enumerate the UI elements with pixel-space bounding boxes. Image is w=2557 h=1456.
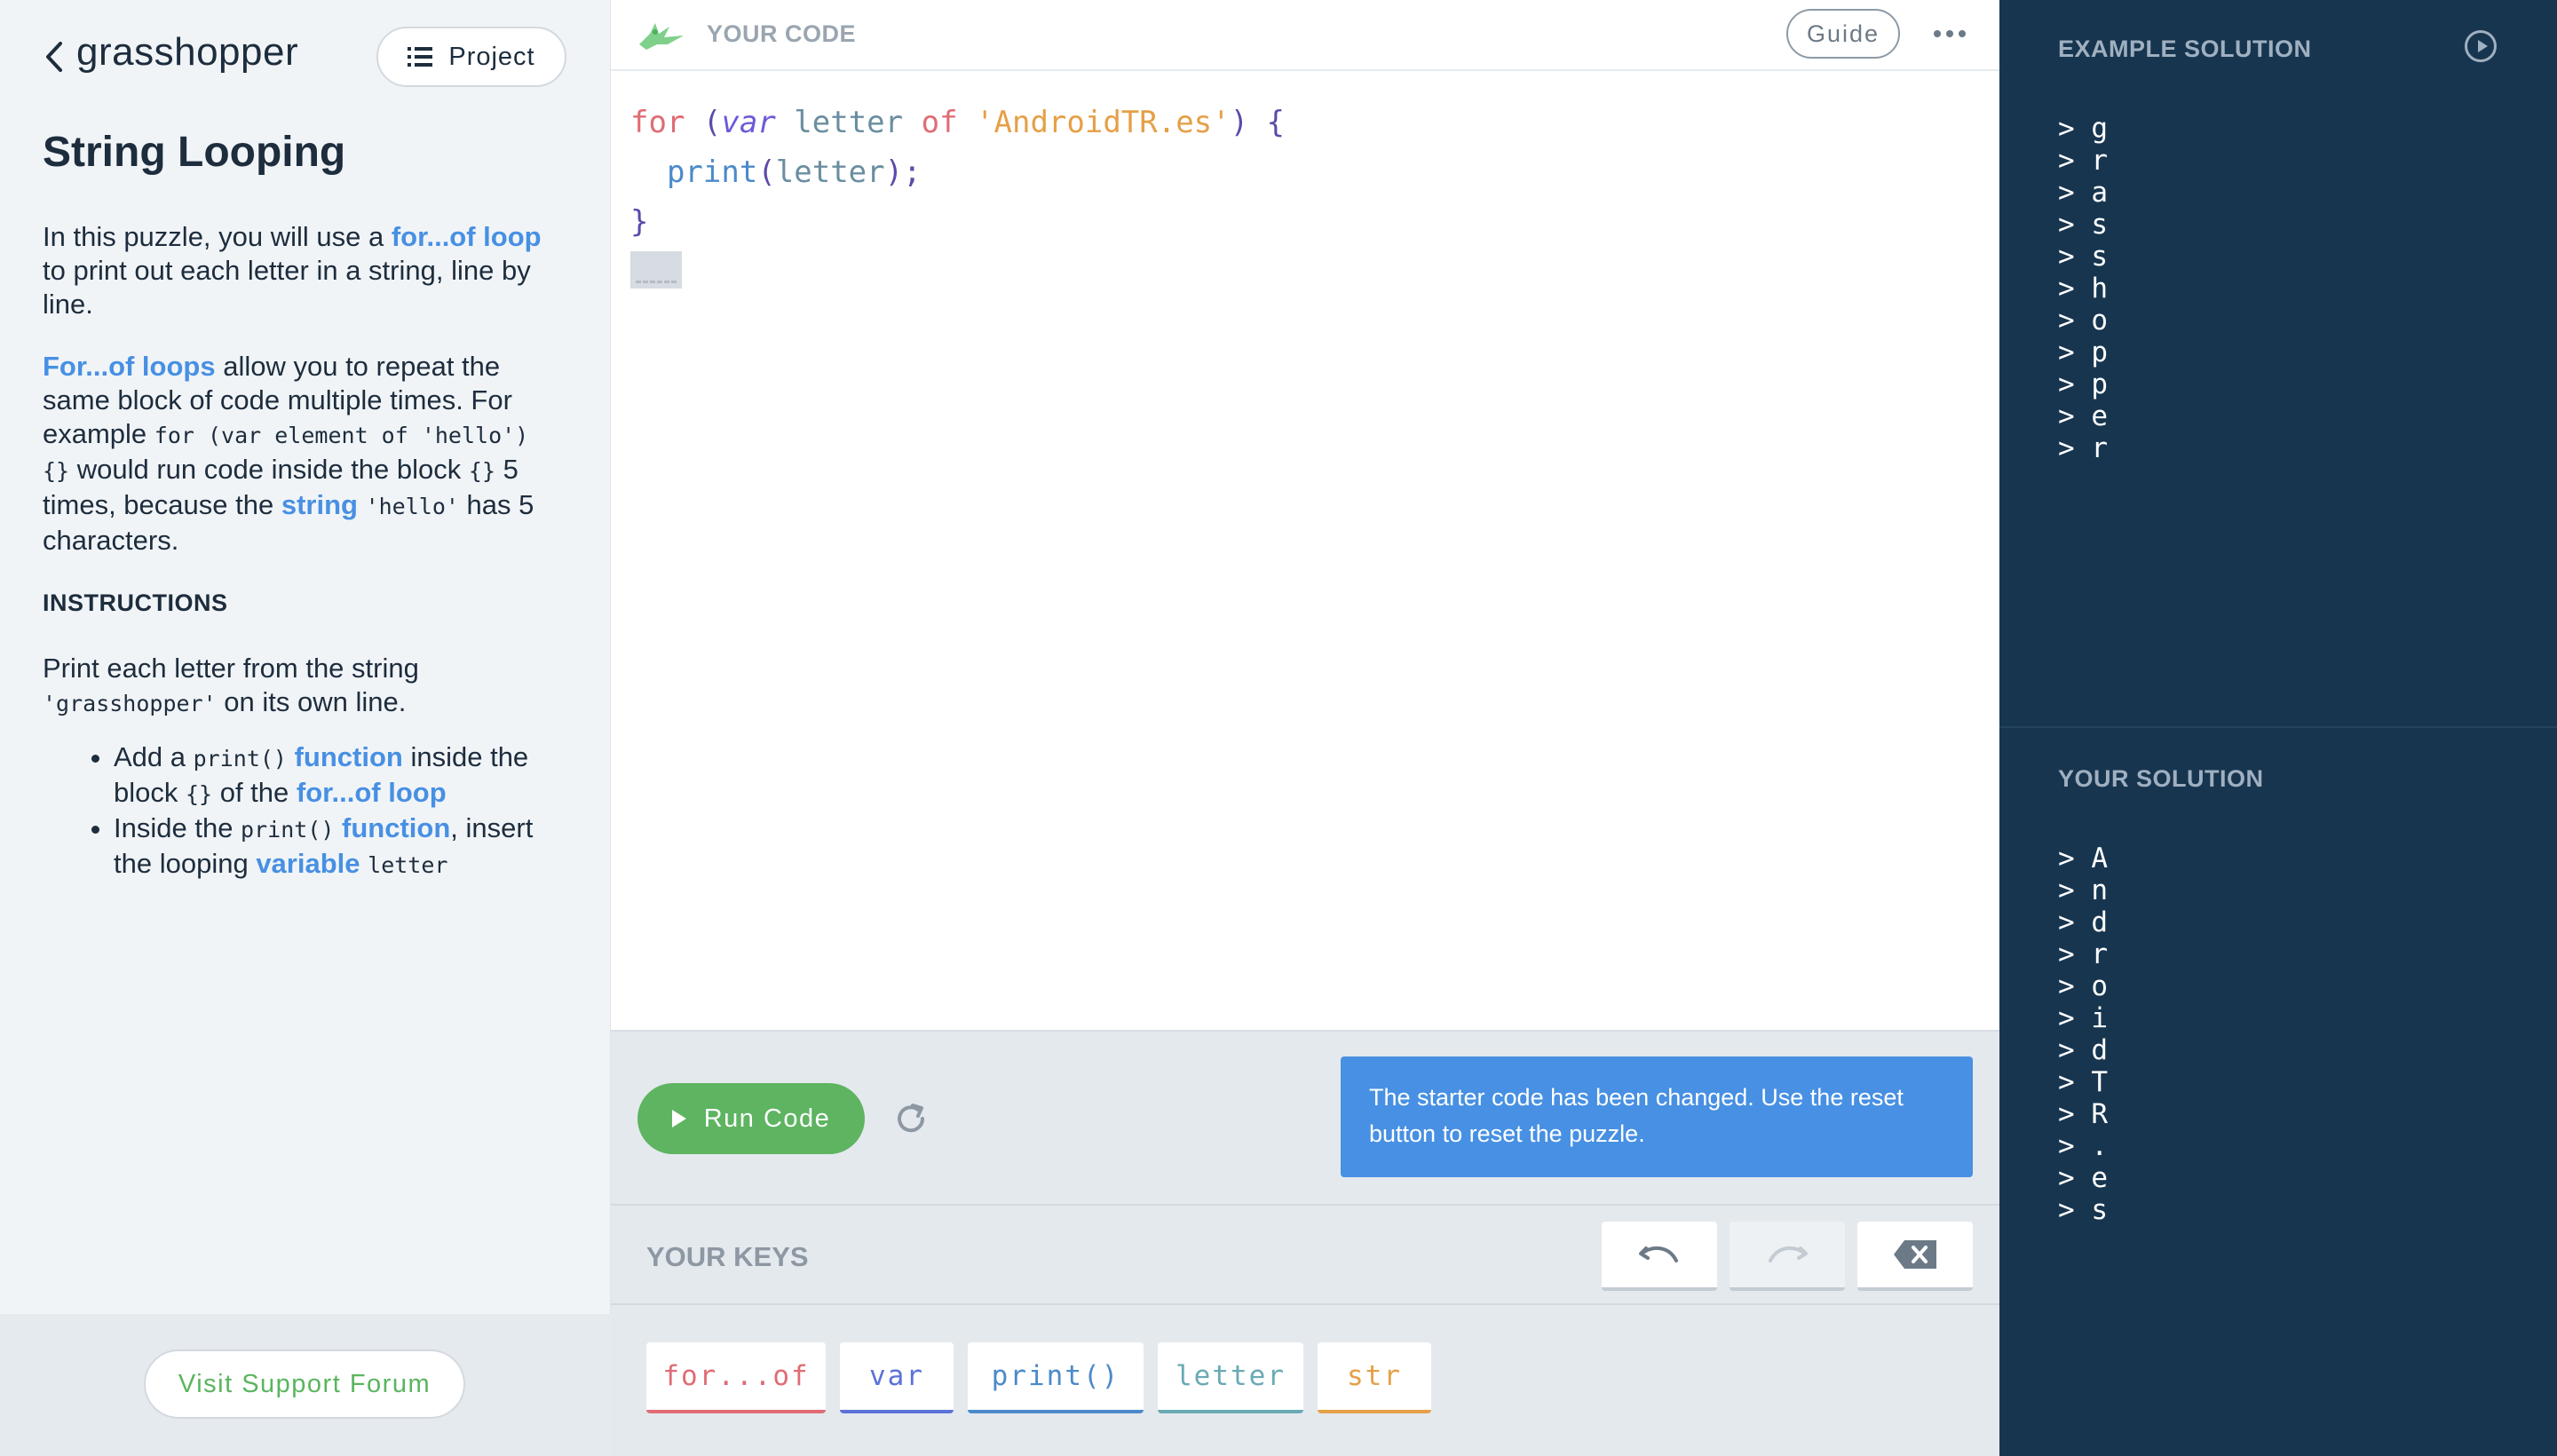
output-panel: EXAMPLE SOLUTION > g > r > a > s > s > h… — [1999, 0, 2557, 1456]
code-header: YOUR CODE Guide — [611, 0, 1999, 71]
run-code-label: Run Code — [703, 1104, 831, 1133]
backspace-icon — [1894, 1240, 1936, 1269]
for-of-loop-link[interactable]: for...of loop — [297, 777, 447, 808]
play-icon — [671, 1110, 686, 1128]
run-code-button[interactable]: Run Code — [637, 1083, 865, 1154]
instruction-item: Inside the print() function, insert the … — [114, 811, 558, 882]
for-of-loop-link[interactable]: for...of loop — [392, 221, 542, 252]
string-link[interactable]: string — [281, 489, 358, 520]
redo-icon — [1769, 1246, 1808, 1262]
output-line: > r — [2058, 938, 2108, 970]
run-area: Run Code The starter code has been chang… — [611, 1030, 1999, 1204]
left-topbar: grasshopper Project — [0, 0, 611, 114]
guide-button[interactable]: Guide — [1786, 9, 1900, 59]
output-line: > T — [2058, 1066, 2108, 1098]
undo-icon — [1639, 1246, 1678, 1262]
project-button-label: Project — [448, 42, 535, 71]
play-example-icon[interactable] — [2465, 30, 2497, 62]
instruction-item: Add a print() function inside the block … — [114, 740, 558, 811]
your-solution-title: YOUR SOLUTION — [2058, 765, 2264, 792]
intro-paragraph: In this puzzle, you will use a for...of … — [43, 221, 542, 320]
key-for-of[interactable]: for...of — [646, 1342, 826, 1413]
back-chevron-icon[interactable] — [41, 39, 67, 75]
redo-button[interactable] — [1730, 1222, 1845, 1291]
output-line: > A — [2058, 843, 2108, 874]
keys-header: YOUR KEYS — [611, 1206, 1999, 1305]
output-line: > d — [2058, 1034, 2108, 1066]
grasshopper-logo[interactable]: grasshopper — [76, 30, 298, 75]
output-line: > h — [2058, 273, 2108, 305]
code-snippet: 'hello' — [365, 494, 459, 519]
lesson-content: String Looping In this puzzle, you will … — [43, 126, 558, 882]
code-line: for (var letter of 'AndroidTR.es') { — [630, 105, 1286, 140]
key-str[interactable]: str — [1318, 1342, 1431, 1413]
code-snippet: 'grasshopper' — [43, 691, 217, 716]
your-code-title: YOUR CODE — [707, 20, 857, 47]
output-line: > p — [2058, 336, 2108, 368]
key-var[interactable]: var — [840, 1342, 954, 1413]
output-line: > . — [2058, 1130, 2108, 1162]
output-line: > p — [2058, 368, 2108, 400]
code-snippet: {} — [468, 458, 495, 484]
function-link[interactable]: function — [295, 741, 403, 772]
explanation-paragraph: For...of loops allow you to repeat the s… — [43, 351, 534, 556]
function-link[interactable]: function — [342, 812, 450, 843]
your-keys-title: YOUR KEYS — [646, 1241, 809, 1272]
output-line: > g — [2058, 113, 2108, 145]
output-line: > o — [2058, 305, 2108, 336]
left-footer: Visit Support Forum — [0, 1314, 611, 1456]
output-line: > r — [2058, 432, 2108, 464]
key-palette: for...of var print() letter str — [646, 1342, 1431, 1413]
lesson-title: String Looping — [43, 129, 346, 176]
your-output: > A > n > d > r > o > i > d > T > R > . … — [2058, 843, 2108, 1226]
grasshopper-icon — [639, 23, 684, 50]
example-output: > g > r > a > s > s > h > o > p > p > e … — [2058, 113, 2108, 464]
more-options-icon[interactable] — [1934, 30, 1966, 37]
output-line: > s — [2058, 241, 2108, 273]
variable-link[interactable]: variable — [256, 848, 360, 879]
instruction-list: Add a print() function inside the block … — [114, 740, 558, 882]
for-of-loops-link[interactable]: For...of loops — [43, 351, 216, 382]
output-line: > R — [2058, 1098, 2108, 1130]
solution-divider — [1999, 726, 2557, 728]
output-line: > a — [2058, 177, 2108, 209]
key-print[interactable]: print() — [968, 1342, 1144, 1413]
example-solution-title: EXAMPLE SOLUTION — [2058, 36, 2312, 62]
output-line: > n — [2058, 874, 2108, 906]
output-line: > i — [2058, 1002, 2108, 1034]
list-icon — [408, 47, 433, 67]
insertion-cursor[interactable] — [630, 250, 682, 289]
output-line: > d — [2058, 906, 2108, 938]
instructions-heading: INSTRUCTIONS — [43, 590, 228, 616]
reset-icon[interactable] — [893, 1101, 929, 1136]
output-line: > s — [2058, 1194, 2108, 1226]
output-line: > e — [2058, 400, 2108, 432]
code-line — [630, 247, 1285, 297]
support-forum-button[interactable]: Visit Support Forum — [144, 1349, 465, 1419]
code-panel: YOUR CODE Guide for (var letter of 'Andr… — [611, 0, 1999, 1456]
instructions-panel: grasshopper Project String Looping In th… — [0, 0, 611, 1456]
code-editor[interactable]: for (var letter of 'AndroidTR.es') { pri… — [630, 98, 1285, 297]
task-paragraph: Print each letter from the string 'grass… — [43, 653, 419, 717]
starter-code-notice: The starter code has been changed. Use t… — [1341, 1056, 1973, 1177]
output-line: > e — [2058, 1162, 2108, 1194]
code-line: print(letter); — [666, 154, 922, 190]
output-line: > s — [2058, 209, 2108, 241]
output-line: > r — [2058, 145, 2108, 177]
project-button[interactable]: Project — [376, 27, 566, 87]
key-letter[interactable]: letter — [1158, 1342, 1303, 1413]
backspace-button[interactable] — [1857, 1222, 1973, 1291]
undo-button[interactable] — [1602, 1222, 1717, 1291]
keys-area: YOUR KEYS for...of var print() letter st… — [611, 1204, 1999, 1456]
code-line: } — [630, 204, 649, 240]
output-line: > o — [2058, 970, 2108, 1002]
